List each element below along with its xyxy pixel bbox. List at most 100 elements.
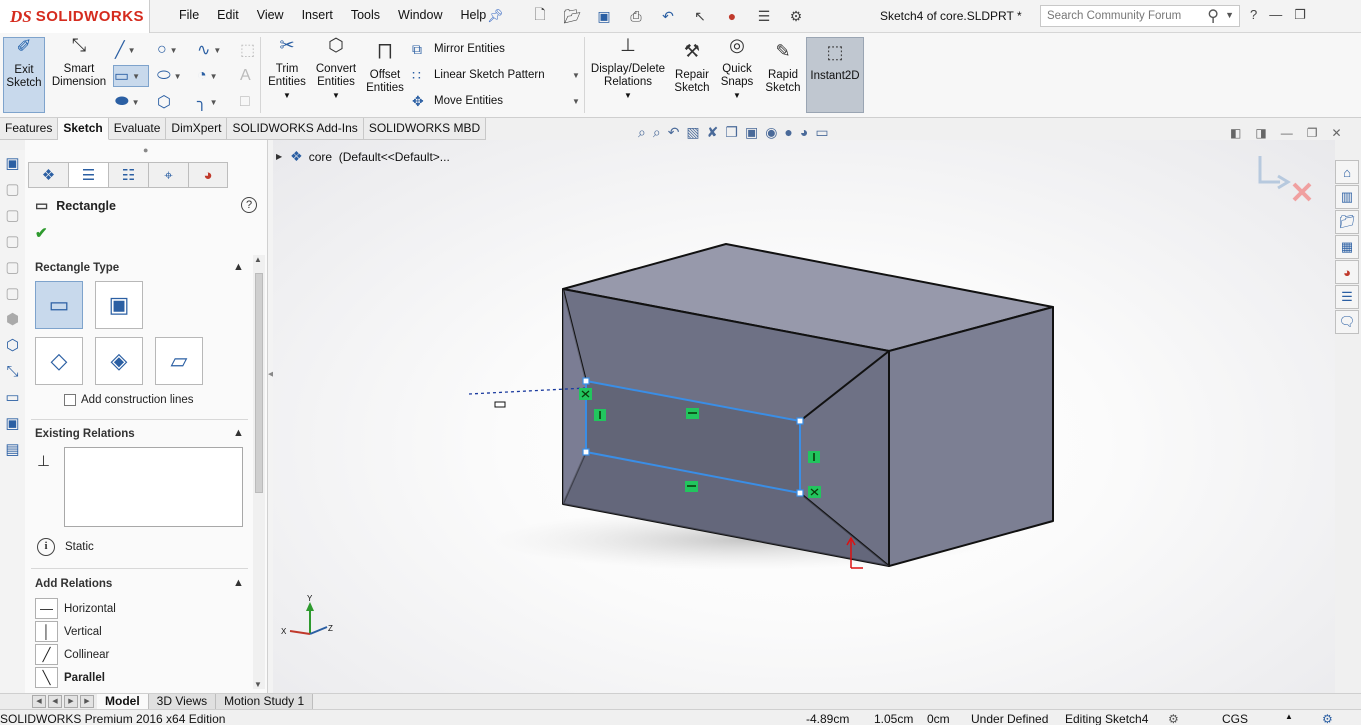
rapid-sketch-button[interactable]: ✎ Rapid Sketch	[762, 42, 804, 95]
help-question-icon[interactable]: ?	[1250, 7, 1257, 23]
quick-snaps-button[interactable]: ◎ Quick Snaps ▼	[717, 36, 757, 102]
rebuild-traffic-light-icon[interactable]: ●	[717, 6, 747, 26]
box-front-face[interactable]	[562, 288, 890, 567]
3-point-corner-rectangle-button[interactable]: ◇	[35, 337, 83, 385]
chevron-down-icon[interactable]: ▼	[572, 97, 580, 106]
trim-entities-button[interactable]: ✂ Trim Entities ▼	[265, 36, 309, 102]
parallelogram-button[interactable]: ▱	[155, 337, 203, 385]
design-library-icon[interactable]: ▥	[1335, 185, 1359, 209]
boundary-boss-icon[interactable]: ▢	[0, 254, 25, 280]
restore-icon[interactable]: ❐	[1307, 126, 1318, 140]
display-manager-tab-icon[interactable]: ◕	[188, 162, 228, 188]
property-manager-scrollbar[interactable]: ▲ ▼	[253, 255, 265, 689]
sketch-line-bottom[interactable]	[585, 451, 801, 494]
solidworks-resources-home-icon[interactable]: ⌂	[1335, 160, 1359, 184]
vertical-relation-icon[interactable]	[808, 451, 820, 463]
add-relation-vertical[interactable]: │ Vertical	[35, 620, 102, 643]
convert-entities-button[interactable]: ⬡ Convert Entities ▼	[313, 36, 359, 102]
chevron-down-icon[interactable]: ▼	[174, 72, 182, 81]
zoom-to-area-icon[interactable]: ⌕	[653, 124, 661, 141]
menu-window[interactable]: Window	[389, 8, 451, 22]
file-explorer-folder-icon[interactable]: 📁︎	[1335, 210, 1359, 234]
scrollbar-thumb[interactable]	[255, 273, 263, 493]
collapse-caret-icon[interactable]: ▲	[233, 261, 244, 273]
box-top-face[interactable]	[562, 243, 1054, 352]
chevron-down-icon[interactable]: ▼	[210, 98, 218, 107]
add-construction-lines-option[interactable]: Add construction lines	[64, 394, 194, 406]
print-icon[interactable]: ⎙	[621, 6, 651, 26]
menu-edit[interactable]: Edit	[208, 8, 248, 22]
zoom-to-fit-icon[interactable]: ⌕	[638, 124, 646, 141]
rectangle-tool[interactable]: ▭ ▼	[113, 65, 149, 87]
center-rectangle-button[interactable]: ▣	[95, 281, 143, 329]
menu-insert[interactable]: Insert	[293, 8, 342, 22]
add-relation-parallel[interactable]: ╲ Parallel	[35, 666, 105, 689]
help-icon[interactable]: ?	[241, 197, 257, 213]
menu-tools[interactable]: Tools	[342, 8, 389, 22]
construction-lines-checkbox[interactable]	[64, 394, 76, 406]
extruded-cut-icon[interactable]: ▢	[0, 280, 25, 306]
close-icon[interactable]: ✕	[1331, 126, 1341, 140]
coincident-relation-icon[interactable]	[808, 486, 821, 498]
unit-system[interactable]: CGS	[1222, 712, 1248, 725]
vertical-relation-icon[interactable]	[594, 409, 606, 421]
undo-icon[interactable]: ↶	[653, 6, 683, 26]
display-delete-relations-button[interactable]: ⊥ Display/Delete Relations ▼	[588, 36, 668, 102]
dimxpert-manager-tab-icon[interactable]: ⌖	[148, 162, 188, 188]
chevron-down-icon[interactable]: ▼	[332, 91, 340, 100]
appearances-scenes-icon[interactable]: ◕	[1335, 260, 1359, 284]
menu-file[interactable]: File	[170, 8, 208, 22]
apply-scene-icon[interactable]: ◕	[800, 124, 808, 141]
convert-entities-icon[interactable]: ⬡	[0, 332, 25, 358]
custom-properties-icon[interactable]: ☰	[1335, 285, 1359, 309]
fillet-tool[interactable]: ╮ ▼	[197, 91, 233, 113]
next-pane-icon[interactable]: ◨	[1255, 126, 1266, 140]
graphics-area[interactable]: ▶ ❖ core (Default<<Default>... ⌕ ⌕ ↶ ▧ ✘…	[273, 124, 1342, 693]
tab-motion-study-1[interactable]: Motion Study 1	[216, 694, 314, 710]
display-style-icon[interactable]: ▣	[745, 124, 758, 141]
horizontal-relation-icon[interactable]	[685, 481, 698, 492]
open-folder-icon[interactable]: 📂︎	[557, 6, 587, 26]
view-settings-icon[interactable]: ▭	[815, 124, 828, 141]
restore-icon[interactable]: ❐	[1294, 7, 1306, 23]
slot-tool[interactable]: ⬭ ▼	[157, 65, 193, 87]
chevron-up-icon[interactable]: ▲	[1285, 712, 1293, 721]
file-properties-icon[interactable]: ☰	[749, 6, 779, 26]
chevron-down-icon[interactable]: ▼	[132, 98, 140, 107]
solidworks-logo[interactable]: DS SOLIDWORKS	[0, 0, 150, 33]
rebuild-icon[interactable]: ⚙	[1168, 712, 1179, 725]
inner-sketch-face[interactable]	[586, 381, 800, 493]
scroll-up-icon[interactable]: ▲	[254, 255, 262, 264]
scroll-down-icon[interactable]: ▼	[254, 680, 262, 689]
collapse-caret-icon[interactable]: ▲	[233, 577, 244, 589]
extruded-boss-icon[interactable]: ▣	[0, 150, 25, 176]
cancel-sketch-icon[interactable]	[1292, 182, 1312, 202]
view-icon[interactable]: ▤	[0, 436, 25, 462]
tab-dimxpert[interactable]: DimXpert	[166, 118, 228, 140]
expand-arrow-icon[interactable]: ▶	[276, 152, 282, 161]
chevron-down-icon[interactable]: ▼	[132, 72, 140, 81]
last-tab-icon[interactable]: ▶	[80, 695, 94, 708]
save-icon[interactable]: ▣	[589, 6, 619, 26]
sketch-point[interactable]	[796, 417, 804, 425]
3-point-center-rectangle-button[interactable]: ◈	[95, 337, 143, 385]
revolved-cut-icon[interactable]: ⬢	[0, 306, 25, 332]
straight-slot-tool[interactable]: ⬬ ▼	[115, 91, 151, 113]
polygon-tool[interactable]: ⬡	[157, 91, 193, 113]
tab-solidworks-add-ins[interactable]: SOLIDWORKS Add-Ins	[227, 118, 364, 140]
chevron-down-icon[interactable]: ▼	[733, 91, 741, 100]
spline-tool[interactable]: ∿ ▼	[197, 39, 233, 61]
pin-menu-icon[interactable]: 📌︎	[487, 8, 504, 24]
core-part-body[interactable]	[562, 243, 1054, 567]
view-orientation-icon[interactable]: ❐	[725, 124, 738, 141]
section-view-icon[interactable]: ▧	[686, 124, 699, 141]
previous-view-icon[interactable]: ↶	[668, 124, 680, 141]
instant2d-button[interactable]: ⬚ Instant2D	[806, 37, 864, 113]
search-input[interactable]: Search Community Forum ⚲ ▼	[1040, 5, 1240, 27]
corner-rectangle-button[interactable]: ▭	[35, 281, 83, 329]
dynamic-annotation-icon[interactable]: ✘	[707, 124, 719, 141]
chevron-down-icon[interactable]: ▼	[128, 46, 136, 55]
swept-boss-icon[interactable]: ▢	[0, 202, 25, 228]
offset-entities-button[interactable]: ⨅ Offset Entities	[363, 42, 407, 95]
previous-pane-icon[interactable]: ◧	[1230, 126, 1241, 140]
